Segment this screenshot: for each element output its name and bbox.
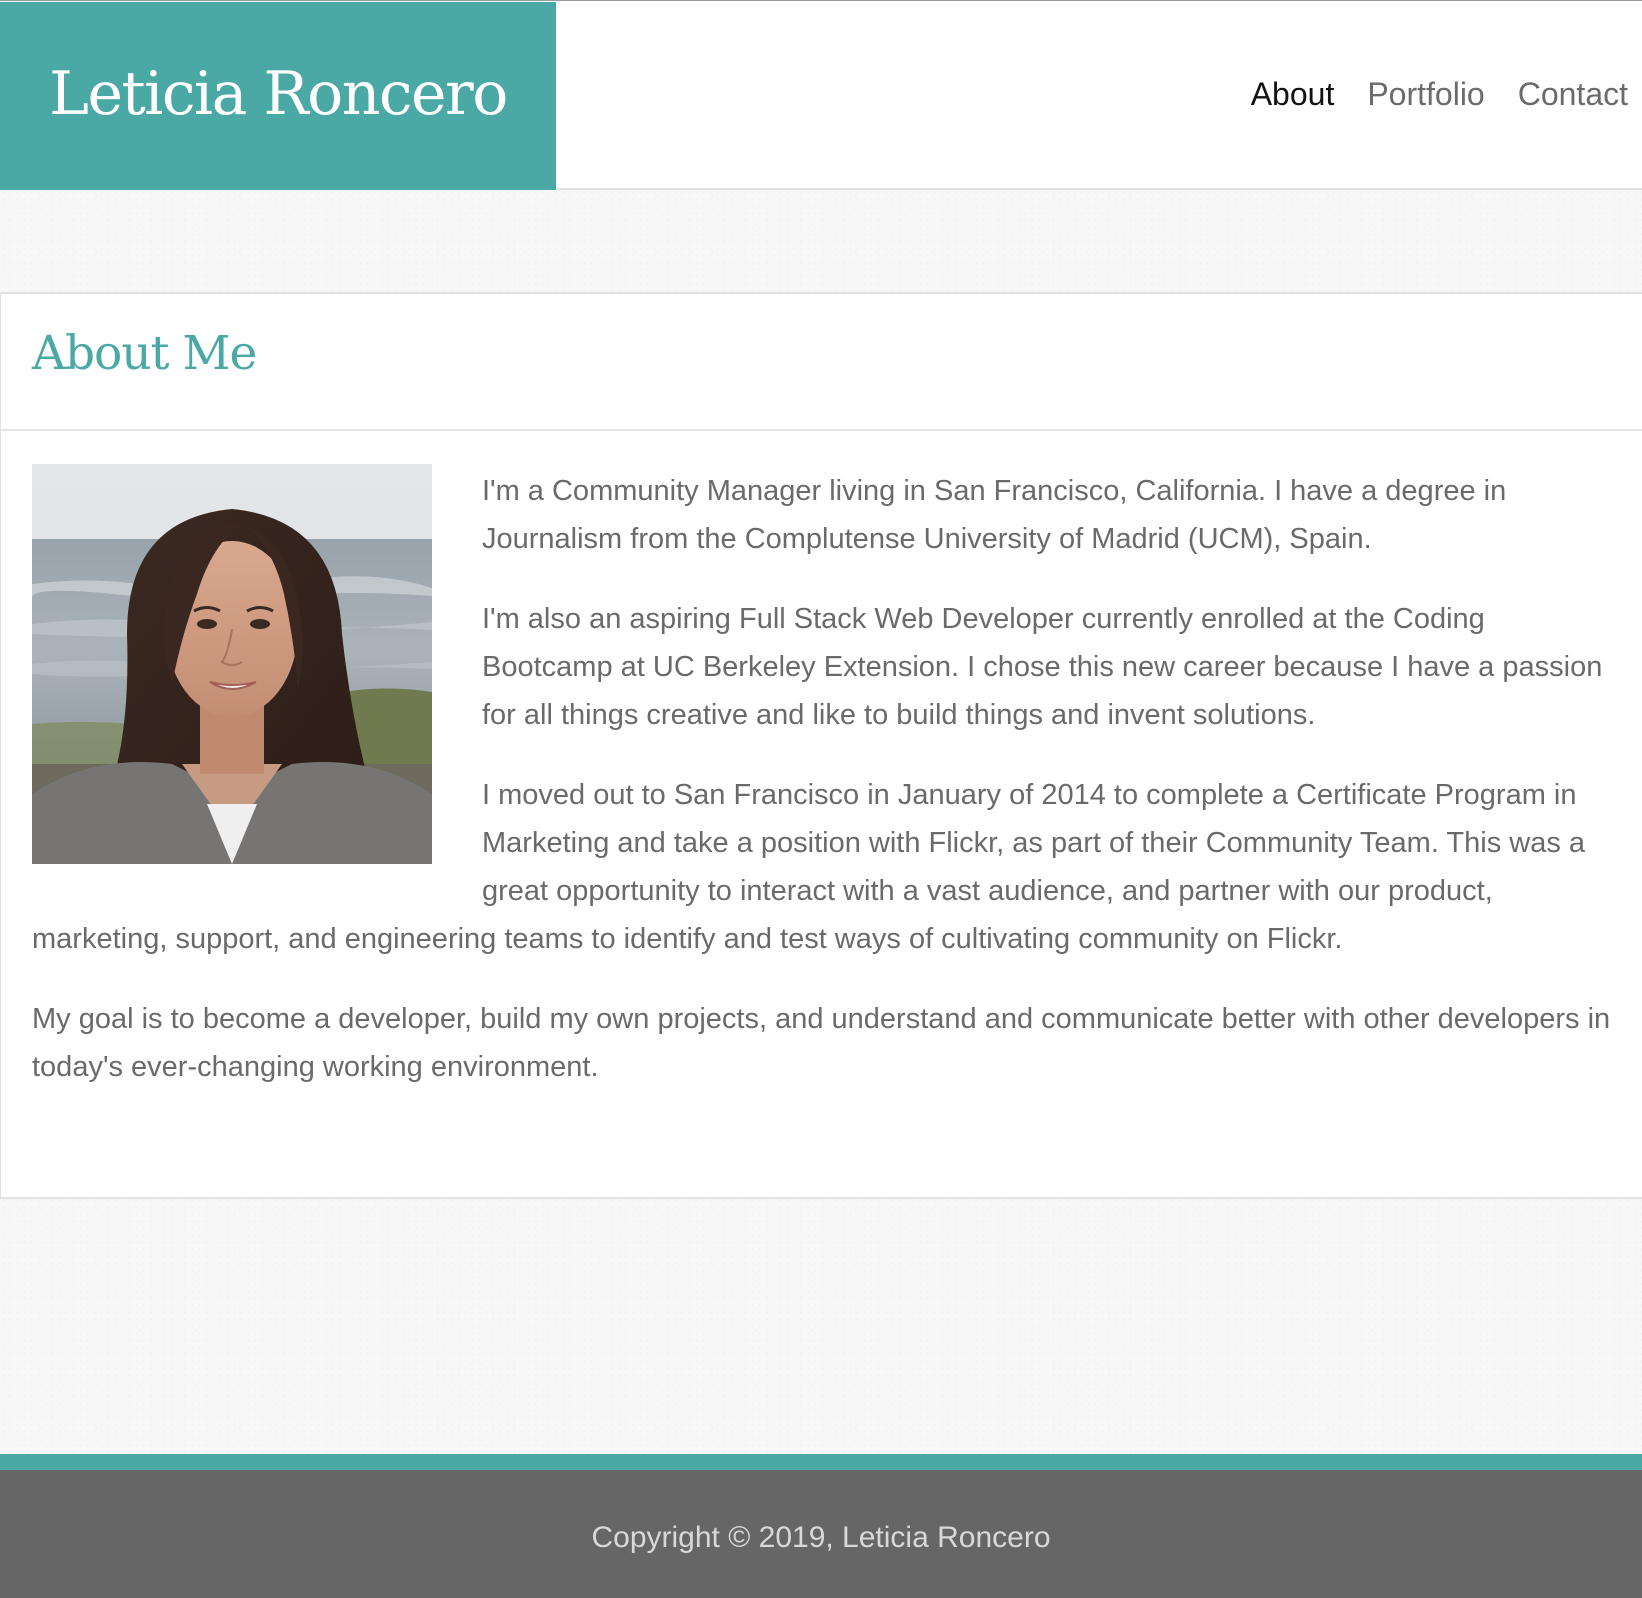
- section-title: About Me: [32, 326, 257, 381]
- nav-link-contact[interactable]: Contact: [1518, 75, 1628, 113]
- nav-link-portfolio[interactable]: Portfolio: [1367, 75, 1484, 113]
- about-card: About Me I'm a Community Manager living …: [0, 292, 1642, 1199]
- copyright-text: Copyright © 2019, Leticia Roncero: [591, 1521, 1051, 1554]
- main-nav: About Portfolio Contact: [1251, 75, 1628, 113]
- bio-paragraph-4: My goal is to become a developer, build …: [32, 1003, 1611, 1083]
- brand-block[interactable]: Leticia Roncero: [0, 2, 556, 190]
- site-header: Leticia Roncero About Portfolio Contact: [0, 0, 1642, 190]
- about-card-header: About Me: [1, 294, 1642, 431]
- site-footer: Copyright © 2019, Leticia Roncero: [0, 1454, 1642, 1598]
- profile-photo: [32, 464, 432, 864]
- site-title[interactable]: Leticia Roncero: [49, 64, 508, 128]
- about-card-body: I'm a Community Manager living in San Fr…: [1, 431, 1642, 1091]
- nav-link-about[interactable]: About: [1251, 75, 1335, 113]
